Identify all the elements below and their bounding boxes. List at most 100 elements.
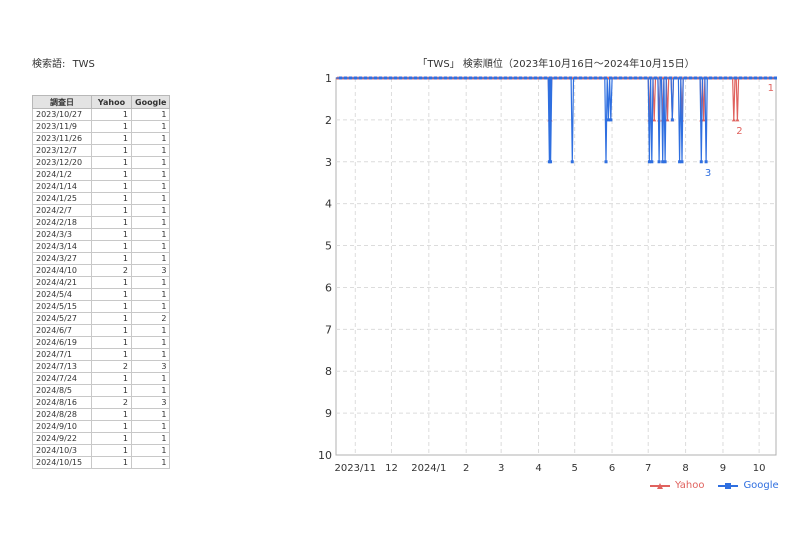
data-point-google bbox=[469, 76, 472, 80]
data-point-google bbox=[569, 76, 572, 80]
data-point-google bbox=[559, 76, 562, 80]
data-point-google bbox=[564, 76, 567, 80]
x-tick-label: 3 bbox=[498, 463, 504, 474]
data-point-google bbox=[739, 76, 742, 80]
y-tick-label: 6 bbox=[325, 281, 332, 294]
data-point-google bbox=[657, 160, 661, 164]
legend-swatch-google bbox=[718, 482, 739, 490]
data-point-google bbox=[574, 76, 577, 80]
data-point-google bbox=[389, 76, 392, 80]
data-point-google bbox=[484, 76, 487, 80]
data-point-google bbox=[339, 76, 342, 80]
data-point-google bbox=[670, 118, 674, 122]
data-point-google bbox=[649, 76, 652, 80]
triangle-marker-icon bbox=[657, 482, 663, 489]
data-point-google bbox=[459, 76, 462, 80]
data-point-google bbox=[699, 160, 703, 164]
data-point-google bbox=[444, 76, 447, 80]
data-point-google bbox=[399, 76, 402, 80]
x-tick-label: 6 bbox=[609, 463, 615, 474]
data-point-google bbox=[549, 76, 552, 80]
y-tick-label: 9 bbox=[325, 407, 332, 420]
data-point-google bbox=[349, 76, 352, 80]
y-tick-label: 2 bbox=[325, 114, 332, 127]
data-point-google bbox=[594, 76, 597, 80]
data-point-google bbox=[504, 76, 507, 80]
data-point-google bbox=[639, 76, 642, 80]
data-point-google bbox=[379, 76, 382, 80]
data-point-google bbox=[414, 76, 417, 80]
data-point-google bbox=[680, 160, 684, 164]
data-point-google bbox=[650, 160, 654, 164]
data-point-google bbox=[704, 76, 707, 80]
data-point-google bbox=[479, 76, 482, 80]
data-point-google bbox=[584, 76, 587, 80]
x-tick-label: 4 bbox=[535, 463, 541, 474]
data-point-google bbox=[604, 160, 608, 164]
data-point-google bbox=[624, 76, 627, 80]
data-point-google bbox=[514, 76, 517, 80]
data-point-google bbox=[464, 76, 467, 80]
data-point-google bbox=[409, 76, 412, 80]
x-tick-label: 9 bbox=[720, 463, 726, 474]
plot-area bbox=[335, 77, 777, 456]
data-point-google bbox=[729, 76, 732, 80]
data-point-google bbox=[734, 76, 737, 80]
data-point-google bbox=[524, 76, 527, 80]
data-point-google bbox=[754, 76, 757, 80]
y-tick-label: 4 bbox=[325, 198, 332, 211]
data-point-google bbox=[499, 76, 502, 80]
chart-legend: Yahoo Google bbox=[650, 480, 779, 491]
data-point-google bbox=[434, 76, 437, 80]
data-point-google bbox=[519, 76, 522, 80]
data-point-google bbox=[679, 76, 682, 80]
data-point-google bbox=[354, 76, 357, 80]
legend-swatch-yahoo bbox=[650, 482, 670, 490]
x-tick-label: 7 bbox=[645, 463, 651, 474]
data-point-google bbox=[669, 76, 672, 80]
data-point-google bbox=[714, 76, 717, 80]
x-tick-label: 8 bbox=[682, 463, 688, 474]
data-point-google bbox=[704, 160, 708, 164]
data-point-google bbox=[599, 76, 602, 80]
x-tick-label: 2 bbox=[463, 463, 469, 474]
y-tick-label: 3 bbox=[325, 156, 332, 169]
data-label-yahoo: 2 bbox=[736, 126, 742, 137]
y-tick-label: 1 bbox=[325, 72, 332, 85]
data-point-google bbox=[494, 76, 497, 80]
data-point-google bbox=[344, 76, 347, 80]
data-point-google bbox=[439, 76, 442, 80]
x-tick-label: 12 bbox=[385, 463, 398, 474]
square-marker-icon bbox=[725, 482, 732, 489]
x-tick-label: 5 bbox=[571, 463, 577, 474]
data-point-google bbox=[549, 160, 553, 164]
data-point-google bbox=[629, 76, 632, 80]
data-point-google bbox=[689, 76, 692, 80]
data-point-google bbox=[539, 76, 542, 80]
data-point-google bbox=[609, 118, 613, 122]
data-point-google bbox=[554, 76, 557, 80]
data-point-google bbox=[529, 76, 532, 80]
data-point-google bbox=[749, 76, 752, 80]
data-point-google bbox=[454, 76, 457, 80]
data-point-google bbox=[419, 76, 422, 80]
data-point-google bbox=[614, 76, 617, 80]
data-point-google bbox=[719, 76, 722, 80]
data-point-google bbox=[359, 76, 362, 80]
y-tick-label: 5 bbox=[325, 240, 332, 253]
data-point-google bbox=[604, 76, 607, 80]
data-point-google bbox=[544, 76, 547, 80]
data-point-google bbox=[449, 76, 452, 80]
data-point-google bbox=[364, 76, 367, 80]
data-point-google bbox=[759, 76, 762, 80]
data-point-google bbox=[570, 160, 574, 164]
data-point-google bbox=[619, 76, 622, 80]
data-point-google bbox=[579, 76, 582, 80]
data-point-google bbox=[534, 76, 537, 80]
data-point-google bbox=[694, 76, 697, 80]
data-point-google bbox=[489, 76, 492, 80]
data-point-google bbox=[664, 76, 667, 80]
data-point-google bbox=[369, 76, 372, 80]
end-label-yahoo: 1 bbox=[768, 83, 774, 94]
x-tick-label: 2024/1 bbox=[411, 463, 446, 474]
